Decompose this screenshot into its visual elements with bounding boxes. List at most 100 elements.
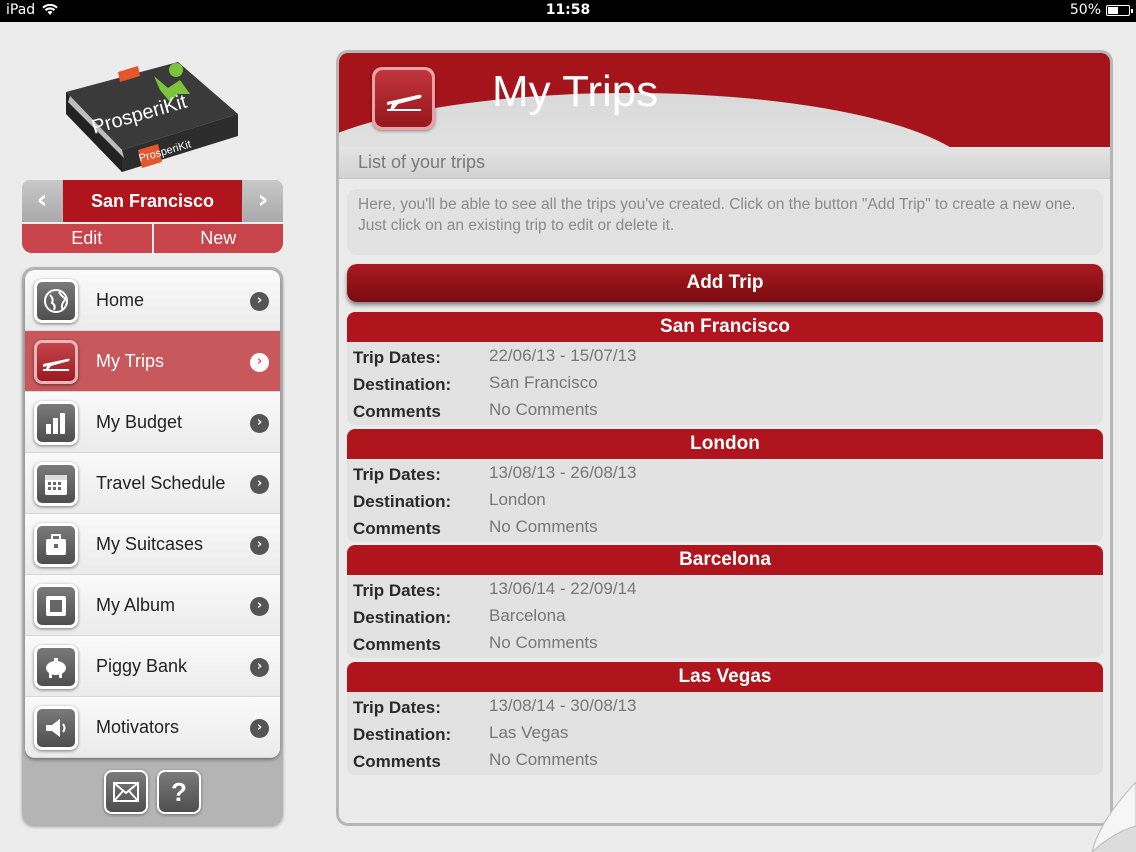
destination-label: Destination: (353, 491, 452, 511)
chevron-right-icon: › (250, 475, 269, 494)
trip-dates-label: Trip Dates: (353, 348, 441, 367)
trip-details: Trip Dates: 22/06/13 - 15/07/13 Destinati… (347, 342, 1103, 425)
destination-label: Destination: (353, 724, 452, 744)
trip-selector: ‹ San Francisco › Edit New (22, 180, 283, 253)
chevron-right-icon: › (250, 658, 269, 677)
sidebar-item-my-suitcases[interactable]: My Suitcases › (25, 514, 280, 575)
previous-trip-button[interactable]: ‹ (22, 180, 62, 222)
sidebar-item-label: My Suitcases (96, 534, 204, 554)
comments-value: No Comments (489, 400, 598, 419)
page-title: My Trips (492, 67, 659, 116)
comments-label: Comments (353, 402, 441, 421)
calendar-icon (34, 462, 78, 506)
bar-chart-icon (34, 401, 78, 445)
sidebar-footer: ? (104, 770, 201, 814)
comments-value: No Comments (489, 633, 598, 652)
trip-list: San Francisco Trip Dates: 22/06/13 - 15/0… (347, 312, 1103, 778)
chevron-left-icon: ‹ (36, 185, 48, 215)
destination-value: Las Vegas (489, 722, 569, 742)
chevron-right-icon: › (250, 597, 269, 616)
mail-button[interactable] (104, 770, 148, 814)
trip-dates-label: Trip Dates: (353, 464, 441, 484)
comments-value: No Comments (489, 516, 598, 536)
comments-label: Comments (353, 635, 441, 654)
sidebar-item-motivators[interactable]: Motivators › (25, 697, 280, 758)
sidebar-item-my-trips[interactable]: My Trips › (25, 331, 280, 392)
sidebar: Home › My Trips › My Budget › Travel Sch… (22, 267, 283, 825)
trip-details: Trip Dates: 13/08/13 - 26/08/13 Destinati… (347, 458, 1103, 542)
trip-details: Trip Dates: 13/06/14 - 22/09/14 Destinati… (347, 575, 1103, 658)
edit-trip-button[interactable]: Edit (22, 224, 154, 253)
piggy-bank-icon (34, 645, 78, 689)
trip-dates-value: 13/08/14 - 30/08/13 (489, 695, 637, 715)
status-time: 11:58 (545, 2, 591, 18)
sidebar-item-label: Piggy Bank (96, 656, 188, 676)
chevron-right-icon: › (250, 536, 269, 555)
trip-name: Las Vegas (347, 661, 1103, 692)
add-trip-button[interactable]: Add Trip (347, 264, 1103, 302)
app-window: ProsperiKit ProsperiKit ‹ San Francisco … (0, 22, 1136, 852)
main-panel: My Trips List of your trips Here, you'll… (336, 50, 1113, 826)
sidebar-item-label: My Budget (96, 412, 183, 432)
chevron-right-icon: › (250, 414, 269, 433)
chevron-right-icon: › (250, 292, 269, 311)
page-curl-icon[interactable] (1084, 782, 1136, 852)
destination-value: San Francisco (489, 373, 598, 392)
destination-label: Destination: (353, 608, 452, 627)
trip-card[interactable]: San Francisco Trip Dates: 22/06/13 - 15/0… (347, 312, 1103, 429)
airplane-icon (34, 340, 78, 384)
sidebar-item-label: My Album (96, 595, 176, 615)
destination-label: Destination: (353, 375, 452, 394)
trip-name: Barcelona (347, 545, 1103, 575)
battery-icon (1106, 4, 1133, 16)
sidebar-item-label: Home (96, 290, 145, 310)
chevron-right-icon: › (257, 185, 269, 215)
destination-value: London (489, 489, 546, 509)
sidebar-item-my-album[interactable]: My Album › (25, 575, 280, 636)
megaphone-icon (34, 706, 78, 750)
sidebar-item-piggy-bank[interactable]: Piggy Bank › (25, 636, 280, 697)
mail-icon (113, 782, 139, 802)
header-swoosh (339, 93, 979, 147)
trip-dates-label: Trip Dates: (353, 581, 441, 600)
trip-dates-value: 13/06/14 - 22/09/14 (489, 579, 637, 598)
trip-selector-bar: ‹ San Francisco › (22, 180, 283, 222)
sidebar-item-home[interactable]: Home › (25, 270, 280, 331)
chevron-right-icon: › (250, 719, 269, 738)
globe-icon (34, 279, 78, 323)
trip-name: San Francisco (347, 312, 1103, 342)
trip-card[interactable]: Barcelona Trip Dates: 13/06/14 - 22/09/14… (347, 545, 1103, 662)
destination-value: Barcelona (489, 606, 566, 625)
sidebar-item-travel-schedule[interactable]: Travel Schedule › (25, 453, 280, 514)
page-description: Here, you'll be able to see all the trip… (347, 189, 1103, 255)
page-subtitle-bar: List of your trips (339, 147, 1110, 179)
album-icon (34, 584, 78, 628)
page-header: My Trips (339, 53, 1110, 147)
battery-percent: 50% (1069, 2, 1101, 18)
trip-actions: Edit New (22, 224, 283, 253)
help-icon: ? (171, 776, 187, 807)
suitcase-icon (34, 523, 78, 567)
sidebar-menu: Home › My Trips › My Budget › Travel Sch… (25, 270, 280, 758)
comments-label: Comments (353, 751, 441, 771)
trip-name: London (347, 428, 1103, 459)
trip-dates-label: Trip Dates: (353, 697, 441, 717)
trip-dates-value: 22/06/13 - 15/07/13 (489, 346, 637, 365)
trip-details: Trip Dates: 13/08/14 - 30/08/13 Destinati… (347, 691, 1103, 775)
sidebar-item-label: Travel Schedule (96, 473, 226, 493)
comments-value: No Comments (489, 749, 598, 769)
help-button[interactable]: ? (157, 770, 201, 814)
current-trip-name: San Francisco (63, 180, 242, 222)
chevron-right-icon: › (250, 353, 269, 372)
trip-card[interactable]: Las Vegas Trip Dates: 13/08/14 - 30/08/13… (347, 661, 1103, 779)
sidebar-item-label: My Trips (96, 351, 165, 371)
airplane-icon (372, 67, 435, 130)
new-trip-button[interactable]: New (154, 224, 284, 253)
next-trip-button[interactable]: › (243, 180, 283, 222)
page-subtitle: List of your trips (358, 152, 486, 172)
app-logo: ProsperiKit ProsperiKit (58, 54, 248, 172)
sidebar-item-my-budget[interactable]: My Budget › (25, 392, 280, 453)
comments-label: Comments (353, 518, 441, 538)
trip-card[interactable]: London Trip Dates: 13/08/13 - 26/08/13 De… (347, 428, 1103, 546)
status-bar: iPad 11:58 50% (0, 0, 1136, 22)
